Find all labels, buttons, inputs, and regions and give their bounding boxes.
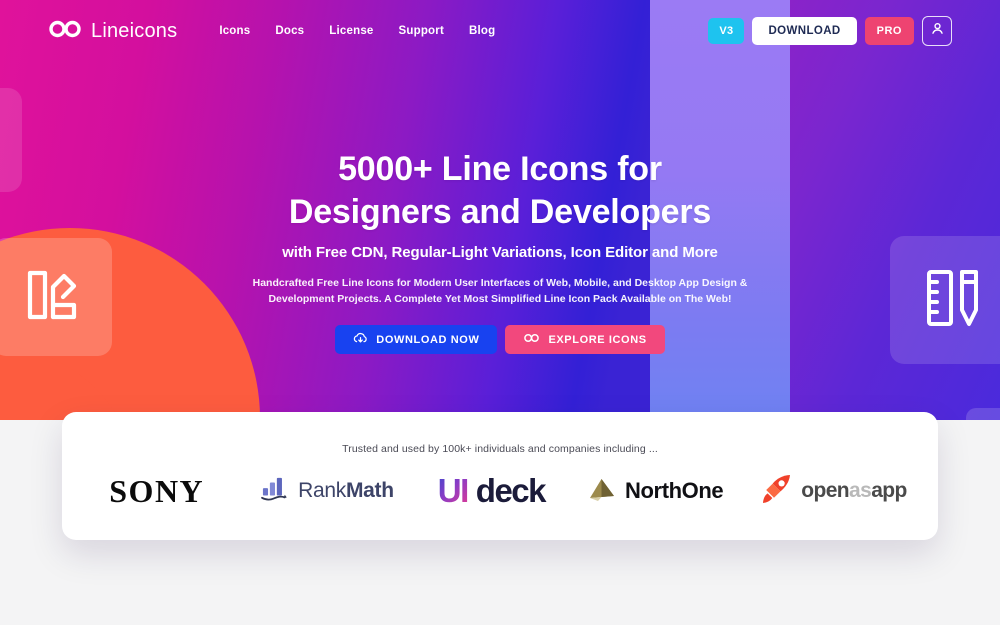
logo-openasapp-text-b: as xyxy=(849,479,872,502)
hero-description: Handcrafted Free Line Icons for Modern U… xyxy=(252,277,748,305)
user-icon xyxy=(930,21,945,41)
logo-openasapp-text: openasapp xyxy=(801,479,907,503)
logo-openasapp-text-a: open xyxy=(801,479,850,502)
explore-icons-label: EXPLORE ICONS xyxy=(548,333,647,346)
pro-button[interactable]: PRO xyxy=(864,17,914,45)
download-button[interactable]: DOWNLOAD xyxy=(752,17,857,45)
nav-link-license[interactable]: License xyxy=(329,25,373,37)
nav-links: Icons Docs License Support Blog xyxy=(219,25,495,37)
logo-rankmath[interactable]: RankMath xyxy=(260,476,394,507)
hero-cta-row: DOWNLOAD NOW EXPLORE ICONS xyxy=(335,325,665,354)
hero-subtitle: with Free CDN, Regular-Light Variations,… xyxy=(282,244,718,261)
partner-logo-row: SONY RankMath UI deck NorthOne openasapp xyxy=(62,472,938,510)
logo-rankmath-text: RankMath xyxy=(298,479,394,503)
logo-uideck[interactable]: UI deck xyxy=(437,472,547,510)
mountain-icon xyxy=(587,476,617,507)
logo-northone-text: NorthOne xyxy=(625,478,724,503)
logo-openasapp[interactable]: openasapp xyxy=(761,474,907,509)
page-root: Lineicons Icons Docs License Support Blo… xyxy=(0,0,1000,625)
hero-title-line-1: 5000+ Line Icons for xyxy=(338,150,662,188)
nav-link-blog[interactable]: Blog xyxy=(469,25,495,37)
hero-title-line-2: Designers and Developers xyxy=(288,193,712,231)
logo-openasapp-text-c: app xyxy=(871,479,907,502)
infinity-icon xyxy=(523,333,540,346)
logo-rankmath-text-b: Math xyxy=(345,479,394,502)
account-button[interactable] xyxy=(922,16,952,46)
nav-link-icons[interactable]: Icons xyxy=(219,25,250,37)
explore-icons-button[interactable]: EXPLORE ICONS xyxy=(505,325,665,354)
logo-uideck-text-b: deck xyxy=(475,472,547,509)
logo-sony[interactable]: SONY xyxy=(75,473,238,510)
trusted-by-card: Trusted and used by 100k+ individuals an… xyxy=(62,412,938,540)
nav-link-support[interactable]: Support xyxy=(399,25,444,37)
brand-name: Lineicons xyxy=(91,19,178,42)
hero-content: 5000+ Line Icons for Designers and Devel… xyxy=(0,0,1000,420)
top-navigation-bar: Lineicons Icons Docs License Support Blo… xyxy=(0,0,1000,62)
logo-uideck-text-a: UI xyxy=(437,472,470,509)
logo-rankmath-text-a: Rank xyxy=(298,479,346,502)
logo-sony-text: SONY xyxy=(109,472,205,509)
bar-chart-arrow-icon xyxy=(260,476,290,507)
download-now-label: DOWNLOAD NOW xyxy=(376,333,480,346)
nav-actions: V3 DOWNLOAD PRO xyxy=(708,16,952,46)
infinity-icon xyxy=(48,19,82,44)
logo-northone[interactable]: NorthOne xyxy=(587,476,724,507)
rocket-icon xyxy=(761,474,793,509)
download-now-button[interactable]: DOWNLOAD NOW xyxy=(335,325,498,354)
brand-logo[interactable]: Lineicons xyxy=(48,19,177,44)
nav-link-docs[interactable]: Docs xyxy=(275,25,304,37)
version-badge-button[interactable]: V3 xyxy=(708,18,745,44)
trusted-by-title: Trusted and used by 100k+ individuals an… xyxy=(342,443,658,455)
cloud-download-icon xyxy=(353,332,368,348)
